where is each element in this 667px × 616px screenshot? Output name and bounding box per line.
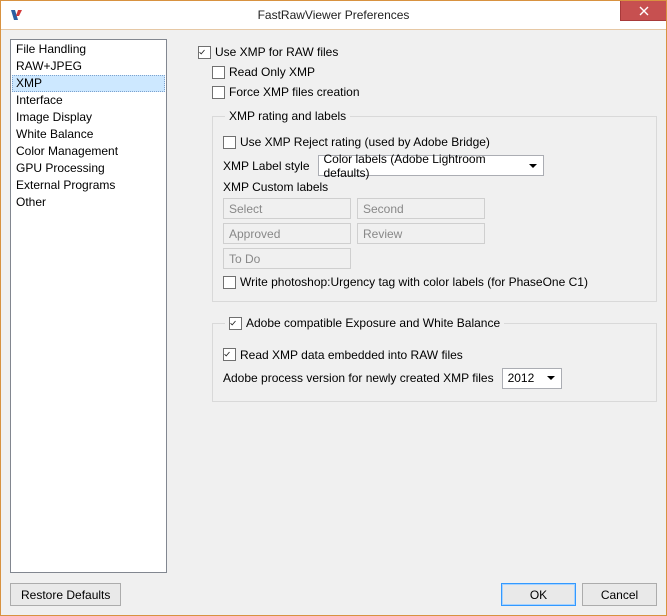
process-version-row: Adobe process version for newly created … bbox=[223, 368, 646, 389]
custom-label-1[interactable]: Select bbox=[223, 198, 351, 219]
read-only-row[interactable]: Read Only XMP bbox=[212, 65, 657, 79]
process-version-value: 2012 bbox=[508, 371, 535, 385]
xmp-panel: Use XMP for RAW files Read Only XMP Forc… bbox=[176, 39, 657, 573]
write-urgency-row[interactable]: Write photoshop:Urgency tag with color l… bbox=[223, 275, 646, 289]
custom-label-4[interactable]: Review bbox=[357, 223, 485, 244]
titlebar: FastRawViewer Preferences bbox=[1, 1, 666, 30]
use-reject-checkbox[interactable] bbox=[223, 136, 236, 149]
preferences-window: FastRawViewer Preferences File HandlingR… bbox=[0, 0, 667, 616]
adobe-compat-label: Adobe compatible Exposure and White Bala… bbox=[246, 316, 500, 330]
sidebar-item-color-management[interactable]: Color Management bbox=[12, 143, 165, 160]
adobe-compat-group: Adobe compatible Exposure and White Bala… bbox=[212, 316, 657, 402]
process-version-caption: Adobe process version for newly created … bbox=[223, 371, 494, 385]
custom-labels-row1: Select Second bbox=[223, 198, 646, 219]
rating-labels-legend: XMP rating and labels bbox=[225, 109, 350, 123]
app-icon bbox=[9, 7, 25, 23]
sidebar-item-xmp[interactable]: XMP bbox=[12, 75, 165, 92]
rating-labels-group: XMP rating and labels Use XMP Reject rat… bbox=[212, 109, 657, 302]
dialog-footer: Restore Defaults OK Cancel bbox=[1, 579, 666, 615]
sidebar-item-gpu-processing[interactable]: GPU Processing bbox=[12, 160, 165, 177]
adobe-compat-legend: Adobe compatible Exposure and White Bala… bbox=[225, 316, 504, 332]
label-style-combo[interactable]: Color labels (Adobe Lightroom defaults) bbox=[318, 155, 544, 176]
category-list[interactable]: File HandlingRAW+JPEGXMPInterfaceImage D… bbox=[10, 39, 167, 573]
sidebar-item-external-programs[interactable]: External Programs bbox=[12, 177, 165, 194]
sidebar-item-other[interactable]: Other bbox=[12, 194, 165, 211]
sidebar-item-interface[interactable]: Interface bbox=[12, 92, 165, 109]
ok-button[interactable]: OK bbox=[501, 583, 576, 606]
force-create-row[interactable]: Force XMP files creation bbox=[212, 85, 657, 99]
read-only-label: Read Only XMP bbox=[229, 65, 315, 79]
restore-defaults-button[interactable]: Restore Defaults bbox=[10, 583, 121, 606]
close-icon bbox=[639, 6, 649, 16]
read-only-checkbox[interactable] bbox=[212, 66, 225, 79]
write-urgency-checkbox[interactable] bbox=[223, 276, 236, 289]
window-title: FastRawViewer Preferences bbox=[1, 8, 666, 22]
sidebar-item-image-display[interactable]: Image Display bbox=[12, 109, 165, 126]
sidebar-item-raw-jpeg[interactable]: RAW+JPEG bbox=[12, 58, 165, 75]
custom-label-5[interactable]: To Do bbox=[223, 248, 351, 269]
close-button[interactable] bbox=[620, 1, 666, 21]
force-create-checkbox[interactable] bbox=[212, 86, 225, 99]
chevron-down-icon bbox=[526, 158, 541, 173]
chevron-down-icon bbox=[544, 371, 559, 386]
process-version-combo[interactable]: 2012 bbox=[502, 368, 562, 389]
custom-label-3[interactable]: Approved bbox=[223, 223, 351, 244]
force-create-label: Force XMP files creation bbox=[229, 85, 360, 99]
custom-labels-row2: Approved Review bbox=[223, 223, 646, 244]
sidebar-item-file-handling[interactable]: File Handling bbox=[12, 41, 165, 58]
use-xmp-row[interactable]: Use XMP for RAW files bbox=[198, 45, 657, 59]
custom-labels-row3: To Do bbox=[223, 248, 646, 269]
dialog-body: File HandlingRAW+JPEGXMPInterfaceImage D… bbox=[1, 30, 666, 579]
read-embedded-row[interactable]: Read XMP data embedded into RAW files bbox=[223, 348, 646, 362]
use-xmp-checkbox[interactable] bbox=[198, 46, 211, 59]
write-urgency-label: Write photoshop:Urgency tag with color l… bbox=[240, 275, 588, 289]
label-style-row: XMP Label style Color labels (Adobe Ligh… bbox=[223, 155, 646, 176]
sidebar-item-white-balance[interactable]: White Balance bbox=[12, 126, 165, 143]
read-embedded-label: Read XMP data embedded into RAW files bbox=[240, 348, 463, 362]
use-xmp-label: Use XMP for RAW files bbox=[215, 45, 338, 59]
checkmark-icon bbox=[230, 318, 236, 329]
use-reject-label: Use XMP Reject rating (used by Adobe Bri… bbox=[240, 135, 490, 149]
adobe-compat-checkbox[interactable] bbox=[229, 317, 242, 330]
checkmark-icon bbox=[224, 349, 230, 360]
read-embedded-checkbox[interactable] bbox=[223, 348, 236, 361]
custom-labels-caption: XMP Custom labels bbox=[223, 180, 646, 194]
label-style-caption: XMP Label style bbox=[223, 159, 310, 173]
cancel-button[interactable]: Cancel bbox=[582, 583, 657, 606]
use-reject-row[interactable]: Use XMP Reject rating (used by Adobe Bri… bbox=[223, 135, 646, 149]
checkmark-icon bbox=[199, 47, 205, 58]
custom-label-2[interactable]: Second bbox=[357, 198, 485, 219]
label-style-value: Color labels (Adobe Lightroom defaults) bbox=[324, 152, 525, 180]
